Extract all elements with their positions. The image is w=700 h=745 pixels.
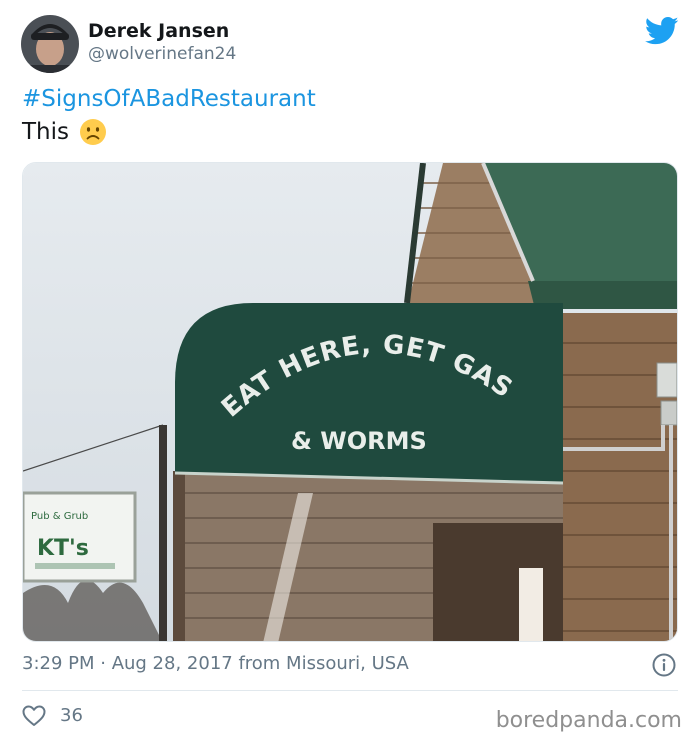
sad-face-icon (79, 118, 107, 146)
like-count: 36 (60, 705, 83, 726)
avatar[interactable] (21, 15, 79, 73)
tweet-text-content: This (22, 119, 69, 145)
info-icon[interactable] (652, 653, 676, 677)
hashtag-link[interactable]: #SignsOfABadRestaurant (22, 86, 316, 112)
divider (22, 690, 678, 691)
tweet-timestamp[interactable]: 3:29 PM · Aug 28, 2017 from Missouri, US… (22, 653, 409, 674)
tweet-text: This (22, 118, 107, 146)
tweet-card: Derek Jansen @wolverinefan24 #SignsOfABa… (0, 0, 700, 745)
sign-top-text: Pub & Grub (31, 511, 88, 522)
boredpanda-watermark: boredpanda.com (495, 708, 682, 733)
user-handle[interactable]: @wolverinefan24 (88, 44, 236, 64)
green-awning: EAT HERE, GET GAS & WORMS (174, 303, 564, 485)
tweet-photo[interactable]: Pub & Grub KT's EAT HERE, GET GAS & WORM… (22, 162, 678, 642)
heart-icon[interactable] (22, 705, 46, 727)
kts-pub-sign: Pub & Grub KT's (23, 491, 137, 583)
awning-bottom-text: & WORMS (291, 427, 427, 455)
sign-name-text: KT's (37, 536, 89, 561)
twitter-bird-icon[interactable] (644, 16, 679, 46)
display-name[interactable]: Derek Jansen (88, 20, 229, 42)
